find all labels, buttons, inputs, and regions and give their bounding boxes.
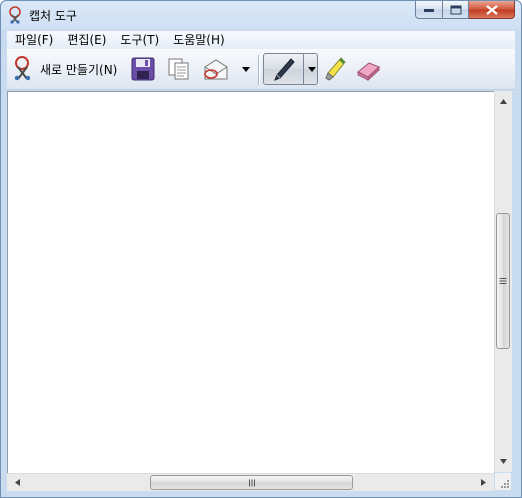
minimize-button[interactable] — [415, 1, 443, 19]
new-snip-button[interactable]: 새로 만들기(N) — [11, 55, 117, 83]
pen-button-divider — [303, 54, 304, 84]
toolbar-separator — [258, 55, 260, 85]
snipping-tool-window: 캡처 도구 파일(F) 편집(E) 도구(T) 도움말(H) 새로 만들기(N) — [0, 0, 522, 498]
size-grip[interactable] — [495, 473, 511, 490]
menu-edit[interactable]: 편집(E) — [59, 31, 112, 49]
grip-icon — [499, 278, 507, 284]
send-dropdown-chevron-down-icon[interactable] — [241, 57, 251, 81]
horizontal-scroll-thumb[interactable] — [150, 475, 353, 490]
title-bar[interactable]: 캡처 도구 — [1, 1, 521, 29]
close-icon — [485, 4, 498, 15]
maximize-icon — [450, 5, 461, 14]
vertical-scrollbar[interactable] — [494, 91, 512, 472]
scroll-right-arrow-icon[interactable] — [475, 474, 492, 491]
new-snip-label: 새로 만들기(N) — [40, 62, 118, 77]
floppy-disk-icon[interactable] — [131, 57, 155, 81]
highlighter-icon[interactable] — [323, 57, 347, 81]
vertical-scroll-thumb[interactable] — [496, 213, 510, 349]
eraser-icon[interactable] — [355, 57, 380, 82]
scissors-icon — [11, 55, 37, 84]
menu-help[interactable]: 도움말(H) — [165, 31, 231, 49]
minimize-icon — [424, 8, 434, 12]
resize-grip-icon — [501, 480, 509, 488]
capture-canvas[interactable] — [7, 91, 494, 473]
close-button[interactable] — [469, 1, 515, 19]
maximize-button[interactable] — [443, 1, 469, 19]
pen-dropdown-chevron-down-icon[interactable] — [307, 57, 317, 84]
window-title: 캡처 도구 — [29, 9, 77, 23]
scroll-left-arrow-icon[interactable] — [9, 474, 26, 491]
menu-bar: 파일(F) 편집(E) 도구(T) 도움말(H) — [7, 31, 515, 49]
scroll-up-arrow-icon[interactable] — [495, 93, 512, 110]
menu-tools[interactable]: 도구(T) — [112, 31, 165, 49]
grip-icon — [248, 479, 255, 486]
copy-icon[interactable] — [167, 57, 191, 81]
horizontal-scrollbar[interactable] — [7, 473, 494, 491]
snipping-scissors-icon — [7, 6, 25, 24]
pen-icon — [272, 57, 296, 84]
caption-buttons — [415, 1, 515, 21]
scroll-down-arrow-icon[interactable] — [495, 453, 512, 470]
email-envelope-icon[interactable] — [203, 57, 228, 81]
menu-file[interactable]: 파일(F) — [7, 31, 59, 49]
pen-button[interactable] — [263, 53, 318, 85]
toolbar: 새로 만들기(N) — [7, 49, 515, 90]
